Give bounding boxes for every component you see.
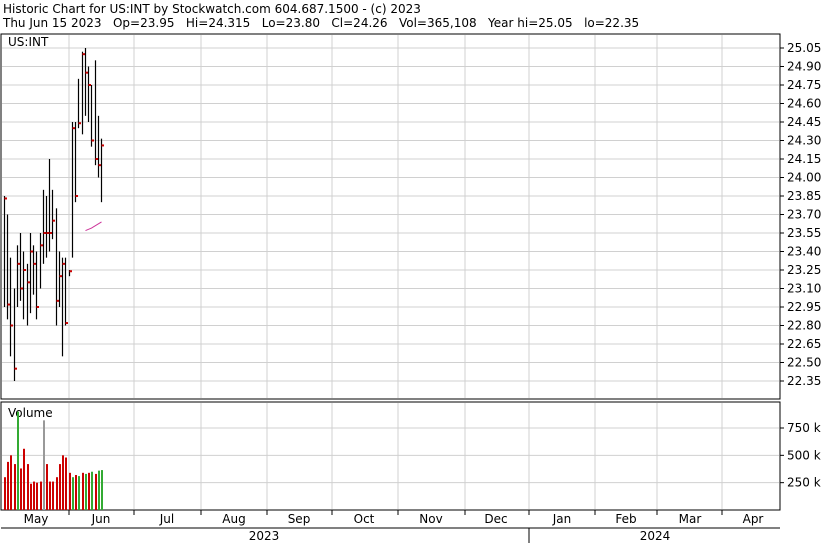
volume-title: Volume <box>8 406 53 420</box>
volume-bar <box>17 411 19 510</box>
volume-bar <box>56 477 58 510</box>
volume-bar <box>20 468 22 510</box>
volume-bar <box>72 477 74 510</box>
price-tick-label: 23.40 <box>787 245 821 259</box>
price-tick-label: 24.75 <box>787 78 821 92</box>
volume-bar <box>43 420 45 510</box>
year-label: 2024 <box>640 529 671 543</box>
volume-bar <box>85 473 87 510</box>
month-label: May <box>24 512 49 526</box>
month-label: Sep <box>288 512 311 526</box>
price-tick-label: 23.85 <box>787 189 821 203</box>
price-tick-label: 23.70 <box>787 208 821 222</box>
year-axis: 2023 2024 <box>249 528 671 543</box>
volume-bar <box>10 455 12 510</box>
volume-bar <box>4 477 6 510</box>
volume-axis: 750 k 500 k 250 k <box>780 421 821 490</box>
price-tick-label: 24.30 <box>787 134 821 148</box>
volume-bar <box>14 464 16 510</box>
month-label: Oct <box>354 512 375 526</box>
volume-bar <box>7 461 9 510</box>
price-tick-label: 23.25 <box>787 263 821 277</box>
month-axis: May Jun Jul Aug Sep Oct Nov Dec Jan Feb Mar Apr <box>24 510 764 526</box>
price-volume-chart: US:INT Volume 25.0524.9024.7524.6024.452… <box>0 33 821 543</box>
month-label: Mar <box>679 512 702 526</box>
price-tick-label: 23.55 <box>787 226 821 240</box>
volume-bar <box>27 464 29 510</box>
volume-bar <box>49 481 51 510</box>
price-tick-label: 22.65 <box>787 337 821 351</box>
month-label: Feb <box>615 512 636 526</box>
volume-bar <box>59 464 61 510</box>
month-label: Dec <box>484 512 507 526</box>
volume-bar <box>95 473 97 510</box>
price-tick-label: 22.95 <box>787 300 821 314</box>
volume-bar <box>36 482 38 510</box>
volume-bar <box>98 470 100 510</box>
volume-bar <box>52 481 54 510</box>
volume-bar <box>46 464 48 510</box>
volume-tick-label: 250 k <box>787 476 821 490</box>
volume-bar <box>30 483 32 510</box>
volume-bar <box>62 455 64 510</box>
volume-panel-border <box>0 401 781 511</box>
volume-bar <box>65 457 67 510</box>
volume-bar <box>78 476 80 510</box>
price-tick-label: 24.00 <box>787 171 821 185</box>
symbol-label: US:INT <box>8 35 49 49</box>
volume-bar <box>82 472 84 510</box>
price-tick-label: 23.10 <box>787 282 821 296</box>
month-label: Jul <box>159 512 174 526</box>
price-tick-label: 22.50 <box>787 356 821 370</box>
volume-bar <box>91 471 93 510</box>
volume-bar <box>40 481 42 510</box>
moving-average-line <box>85 221 102 231</box>
volume-bar <box>23 448 25 510</box>
price-tick-label: 24.15 <box>787 152 821 166</box>
volume-bar <box>69 472 71 510</box>
price-tick-label: 22.35 <box>787 374 821 388</box>
chart-frame <box>0 33 781 529</box>
month-label: Jun <box>91 512 111 526</box>
volume-bar <box>88 472 90 510</box>
price-tick-label: 24.45 <box>787 115 821 129</box>
price-tick-label: 24.90 <box>787 60 821 74</box>
price-axis: 25.05 24.90 24.75 24.60 24.45 24.30 24.15 24.00… <box>780 41 821 388</box>
month-label: Nov <box>419 512 442 526</box>
volume-bar <box>75 475 77 510</box>
moving-average <box>85 221 102 231</box>
year-label: 2023 <box>249 529 280 543</box>
month-label: Apr <box>743 512 764 526</box>
volume-bars <box>4 411 103 510</box>
grid-lines <box>2 35 779 509</box>
volume-bar <box>101 470 103 510</box>
volume-tick-label: 500 k <box>787 448 821 462</box>
volume-tick-label: 750 k <box>787 421 821 435</box>
price-tick-label: 22.80 <box>787 319 821 333</box>
month-label: Aug <box>222 512 245 526</box>
price-tick-label: 24.60 <box>787 97 821 111</box>
price-tick-label: 25.05 <box>787 41 821 55</box>
volume-bar <box>33 481 35 510</box>
month-label: Jan <box>552 512 572 526</box>
chart-window: Historic Chart for US:INT by Stockwatch.… <box>0 0 830 543</box>
